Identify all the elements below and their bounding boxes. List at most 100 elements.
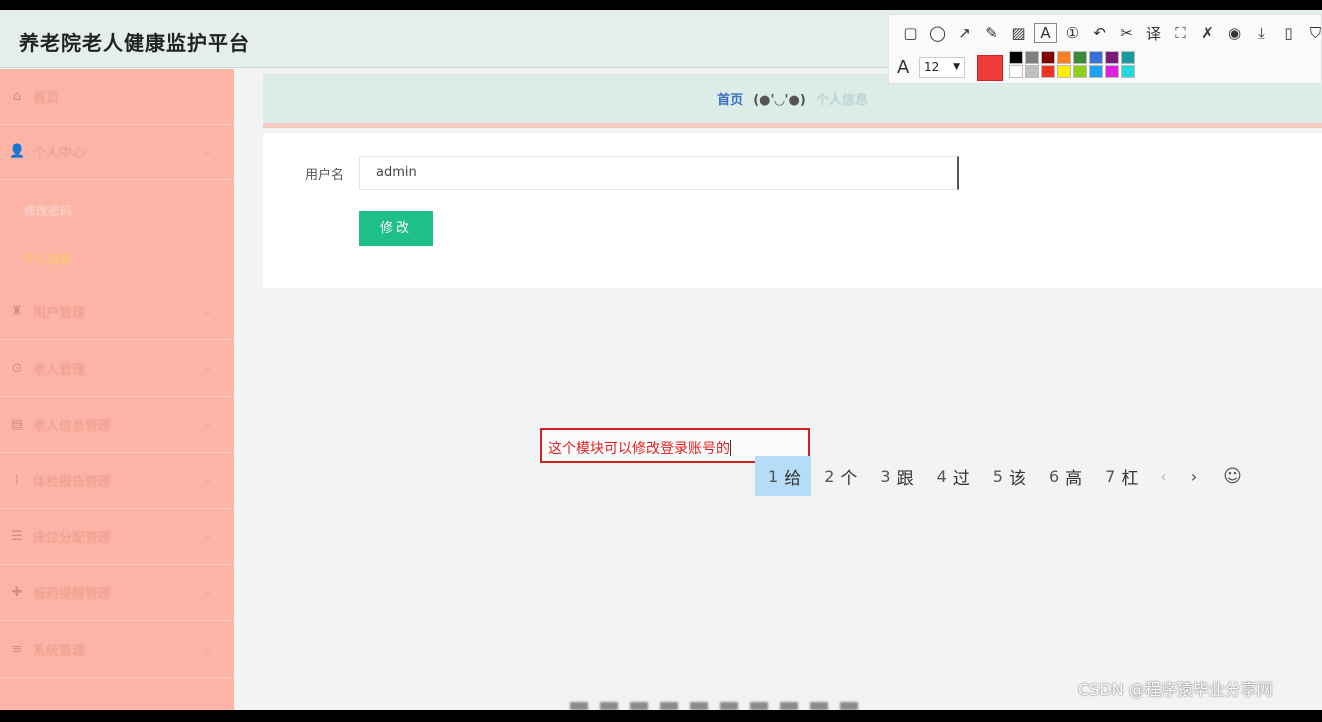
sidebar-item-user[interactable]: 👤 个人中心 ⌄ <box>0 124 234 180</box>
chevron-down-icon: ⌄ <box>203 644 212 655</box>
ime-candidate-number: 2 <box>824 466 835 486</box>
scissors-icon[interactable]: ✂ <box>1113 21 1140 45</box>
color-swatch[interactable] <box>1105 51 1119 64</box>
ime-emoji-icon[interactable]: ☺ <box>1209 466 1242 487</box>
color-swatch[interactable] <box>1041 65 1055 78</box>
toolbar-tools: ▢ ◯ ↗ ✎ ▨ A ① ↶ ✂ 译 ⛶ ✗ ◉ ⤓ ▯ ⛉ <box>897 21 1322 45</box>
translate-icon[interactable]: 译 <box>1140 21 1167 45</box>
download-icon[interactable]: ⤓ <box>1248 21 1275 45</box>
ime-candidate-text: 杠 <box>1121 468 1139 489</box>
ellipse-tool-icon[interactable]: ◯ <box>924 21 951 45</box>
color-swatch[interactable] <box>1057 65 1071 78</box>
sidebar-item-home[interactable]: ⌂ 首页 <box>0 69 234 125</box>
ime-candidate[interactable]: 2个 <box>811 456 867 496</box>
chevron-down-icon: ⌄ <box>203 587 212 598</box>
color-swatch[interactable] <box>1121 51 1135 64</box>
sidebar-item-elder[interactable]: ⊙ 老人管理 ⌄ <box>0 341 234 397</box>
ime-candidate-number: 7 <box>1105 466 1116 486</box>
chevron-down-icon: ⌄ <box>203 475 212 486</box>
phone-icon[interactable]: ▯ <box>1275 21 1302 45</box>
report-icon: ⁞ <box>14 472 20 488</box>
ime-prev-page-icon[interactable]: ‹ <box>1148 467 1178 486</box>
ime-candidate-text: 给 <box>784 468 802 489</box>
ocr-icon[interactable]: ⛶ <box>1167 21 1194 45</box>
sidebar-item-label: 床位分配管理 <box>33 531 112 546</box>
font-icon: A <box>897 57 910 78</box>
color-swatch[interactable] <box>1025 51 1039 64</box>
color-swatch[interactable] <box>1073 65 1087 78</box>
blurred-text <box>570 702 860 710</box>
ime-candidate[interactable]: 4过 <box>924 456 980 496</box>
sidebar-item-label: 首页 <box>33 91 60 106</box>
sidebar-item-user-manage[interactable]: ♜ 用户管理 ⌄ <box>0 284 234 340</box>
sidebar-item-medicine[interactable]: ✚ 服药提醒管理 ⌄ <box>0 565 234 621</box>
ime-next-page-icon[interactable]: › <box>1179 467 1209 486</box>
sidebar-item-label: 系统管理 <box>33 644 86 659</box>
ime-candidate[interactable]: 1给 <box>755 456 812 496</box>
current-color-swatch[interactable] <box>977 55 1003 81</box>
ime-candidate[interactable]: 6高 <box>1036 456 1092 496</box>
ime-candidate-bar: 1 给 2 个 3 跟 4 过 5 该 6 高 7 杠 ‹ › ☺ <box>755 456 1242 496</box>
sidebar-item-label: 老人信息管理 <box>33 419 112 434</box>
save-button[interactable]: 修改 <box>359 211 433 246</box>
text-tool-icon[interactable]: A <box>1032 21 1059 45</box>
ime-candidate-number: 5 <box>992 466 1003 486</box>
ime-candidate-text: 个 <box>840 468 858 489</box>
color-swatch[interactable] <box>1073 51 1087 64</box>
color-swatch[interactable] <box>1009 51 1023 64</box>
undo-icon[interactable]: ↶ <box>1086 21 1113 45</box>
font-size-select[interactable]: 12 ▼ <box>919 57 965 78</box>
ime-candidate[interactable]: 5该 <box>980 456 1036 496</box>
annotation-text: 这个模块可以修改登录账号的 <box>548 440 731 457</box>
rectangle-tool-icon[interactable]: ▢ <box>897 21 924 45</box>
color-palette <box>1009 51 1136 78</box>
breadcrumb-current: 个人信息 <box>815 93 868 108</box>
pin-icon[interactable]: ✗ <box>1194 21 1221 45</box>
arrow-tool-icon[interactable]: ↗ <box>951 21 978 45</box>
sidebar-item-label: 个人中心 <box>33 146 86 161</box>
info-icon: ▤ <box>10 416 24 432</box>
ime-candidate-text: 跟 <box>896 468 914 489</box>
ime-candidate-number: 6 <box>1048 466 1060 486</box>
sidebar-item-system[interactable]: ≡ 系统管理 ⌄ <box>0 622 234 678</box>
color-swatch[interactable] <box>1009 65 1023 78</box>
username-label: 用户名 <box>305 168 345 183</box>
breadcrumb-home-link[interactable]: 首页 <box>717 93 743 108</box>
app-title: 养老院老人健康监护平台 <box>19 31 250 55</box>
sidebar-item-report[interactable]: ⁞ 体检报告管理 ⌄ <box>0 453 234 509</box>
ime-candidate-number: 4 <box>936 466 947 486</box>
mosaic-tool-icon[interactable]: ▨ <box>1005 21 1032 45</box>
color-swatch[interactable] <box>1025 65 1039 78</box>
user-icon: 👤 <box>9 143 26 159</box>
text-caret <box>730 440 731 456</box>
sidebar-item-label: 服药提醒管理 <box>33 587 112 602</box>
medicine-icon: ✚ <box>11 584 23 600</box>
username-input[interactable]: admin <box>359 156 959 190</box>
chevron-down-icon: ⌄ <box>203 146 212 157</box>
sidebar: ⌂ 首页 👤 个人中心 ⌄ ♜ 用户管理 ⌄ ⊙ 老人管理 ⌄ ▤ 老人信息管理 ⌄ ⁞ 体检报告管理 ⌄ ☰ 床位… <box>0 69 234 710</box>
sidebar-subitem-profile[interactable]: 个人信息 <box>24 250 72 267</box>
sidebar-item-label: 老人管理 <box>33 363 86 378</box>
color-swatch[interactable] <box>1089 65 1103 78</box>
color-swatch[interactable] <box>1105 65 1119 78</box>
elder-icon: ⊙ <box>11 360 23 376</box>
color-swatch[interactable] <box>1041 51 1055 64</box>
sidebar-subitem-change-password[interactable]: 修改密码 <box>24 202 72 219</box>
color-swatch[interactable] <box>1057 51 1071 64</box>
chevron-down-icon: ⌄ <box>203 363 212 374</box>
sidebar-item-info[interactable]: ▤ 老人信息管理 ⌄ <box>0 397 234 453</box>
color-swatch[interactable] <box>1121 65 1135 78</box>
number-tool-icon[interactable]: ① <box>1059 21 1086 45</box>
sidebar-item-bed[interactable]: ☰ 床位分配管理 ⌄ <box>0 509 234 565</box>
pencil-tool-icon[interactable]: ✎ <box>978 21 1005 45</box>
profile-form: 用户名 admin 修改 <box>263 133 1322 288</box>
watermark: CSDN @程序猿毕业分享网 <box>1078 680 1273 699</box>
bed-icon: ☰ <box>11 528 23 544</box>
ime-candidate[interactable]: 7杠 <box>1092 456 1148 496</box>
system-icon: ≡ <box>11 641 23 657</box>
ime-candidate-number: 3 <box>880 466 891 486</box>
ime-candidate[interactable]: 3跟 <box>867 456 923 496</box>
color-swatch[interactable] <box>1089 51 1103 64</box>
record-icon[interactable]: ◉ <box>1221 21 1248 45</box>
bookmark-icon[interactable]: ⛉ <box>1302 21 1322 45</box>
